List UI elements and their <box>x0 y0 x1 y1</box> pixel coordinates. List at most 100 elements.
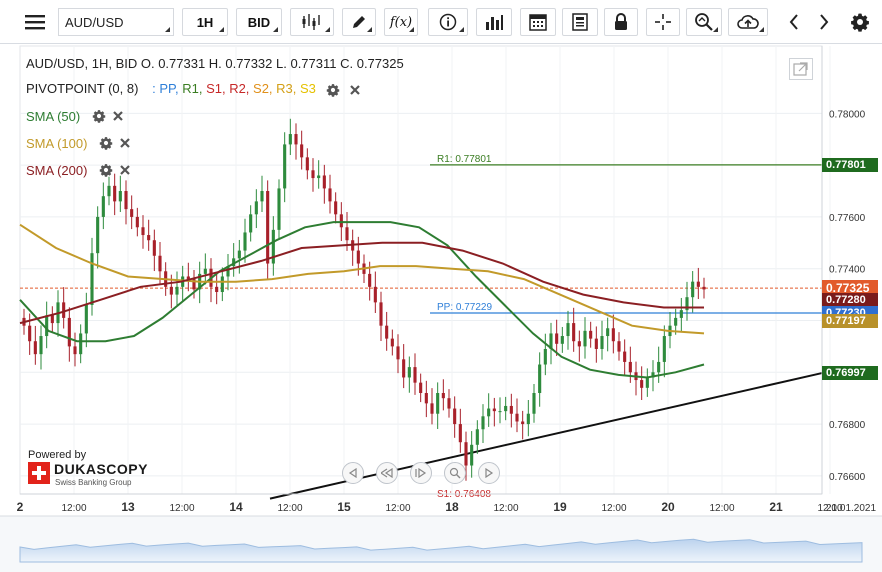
expand-button[interactable] <box>789 58 813 80</box>
close-icon[interactable] <box>349 84 361 96</box>
y-tick-label: 0.76800 <box>829 420 866 431</box>
nav-back-button[interactable] <box>376 462 398 484</box>
candle-body <box>407 367 411 378</box>
nav-reset-button[interactable] <box>410 462 432 484</box>
candle-body <box>691 281 695 298</box>
pivot-legend: PIVOTPOINT (0, 8) : PP, R1, S1, R2, S2, … <box>26 81 361 97</box>
candle-body <box>107 185 111 197</box>
x-tick-label: 12:00 <box>277 503 302 514</box>
gear-icon[interactable] <box>99 136 113 153</box>
reset-icon <box>415 468 427 478</box>
sma-legend-label: SMA (50) <box>26 109 81 124</box>
candle-body <box>396 346 400 360</box>
candle-body <box>583 330 587 347</box>
brand-name: DUKASCOPY <box>54 461 148 477</box>
candle-body <box>373 286 377 303</box>
candle-body <box>487 408 491 417</box>
nav-next-button[interactable] <box>478 462 500 484</box>
candle-body <box>424 393 428 404</box>
candle-body <box>628 361 632 373</box>
candle-body <box>215 286 219 293</box>
candle-body <box>243 232 247 251</box>
pivot-item-label: S1, <box>202 81 226 96</box>
triangle-left-icon <box>348 468 357 478</box>
candle-body <box>532 393 536 414</box>
x-tick-label: 19 <box>553 500 567 514</box>
pivot-name: PIVOTPOINT (0, 8) <box>26 81 139 96</box>
candle-body <box>679 310 683 318</box>
sma-legend-label: SMA (200) <box>26 163 88 178</box>
candle-body <box>515 413 519 422</box>
candle-body <box>79 333 83 355</box>
y-tick-label: 0.77600 <box>829 213 866 224</box>
pivot-item-label: R2, <box>225 81 250 96</box>
candle-body <box>662 336 666 362</box>
y-tick-label: 0.78000 <box>829 109 866 120</box>
candle-body <box>152 240 156 256</box>
close-icon[interactable] <box>119 137 131 152</box>
candle-body <box>436 393 440 414</box>
x-tick-label: 21.01.2021 <box>826 503 876 514</box>
candle-body <box>101 196 105 217</box>
candle-body <box>203 268 207 274</box>
candle-body <box>385 325 389 339</box>
x-tick-label: 2 <box>17 500 24 514</box>
price-badge: 0.77801 <box>822 157 878 172</box>
nav-zoom-button[interactable] <box>444 462 466 484</box>
powered-by: Powered by <box>28 449 87 461</box>
candle-body <box>118 191 122 202</box>
pivot-item-label: PP, <box>159 81 179 96</box>
nav-prev-button[interactable] <box>342 462 364 484</box>
candle-body <box>521 421 525 425</box>
axes: 0.780000.778000.776000.774000.772000.770… <box>17 46 876 514</box>
triangle-right-icon <box>485 468 494 478</box>
sma-legend-row: SMA (50) <box>26 109 124 126</box>
candle-body <box>317 175 321 179</box>
candle-body <box>294 134 298 145</box>
candle-body <box>345 227 349 241</box>
pivot-lines: R1: 0.77801PP: 0.77229S1: 0.76408 <box>20 154 822 500</box>
gear-icon[interactable] <box>326 83 340 97</box>
close-icon[interactable] <box>112 110 124 125</box>
candle-body <box>589 330 593 339</box>
candle-body <box>538 364 542 394</box>
candle-body <box>623 351 627 362</box>
candle-body <box>657 361 661 373</box>
candle-body <box>147 235 151 241</box>
sma-lines <box>19 221 705 379</box>
navigator[interactable] <box>0 515 882 572</box>
magnifier-icon <box>449 467 461 479</box>
price-badge: 0.77197 <box>822 314 878 329</box>
close-icon[interactable] <box>119 164 131 179</box>
candle-body <box>62 302 66 318</box>
brand-tagline: Swiss Banking Group <box>55 478 132 487</box>
candle-body <box>220 276 224 293</box>
gear-icon[interactable] <box>99 163 113 180</box>
candle-body <box>640 380 644 388</box>
candle-body <box>470 444 474 466</box>
candle-body <box>498 411 502 413</box>
price-badge: 0.77280 <box>822 292 878 307</box>
candle-body <box>141 227 145 236</box>
candle-body <box>328 188 332 202</box>
gear-icon[interactable] <box>92 109 106 126</box>
x-tick-label: 15 <box>337 500 351 514</box>
x-tick-label: 13 <box>121 500 135 514</box>
candle-body <box>322 175 326 189</box>
candle-body <box>254 201 258 215</box>
candle-body <box>419 382 423 394</box>
candle-body <box>237 250 241 259</box>
sma-legend-label: SMA (100) <box>26 136 88 151</box>
candle-body <box>441 393 445 399</box>
ohlc-text: AUD/USD, 1H, BID O. 0.77331 H. 0.77332 L… <box>26 56 404 71</box>
candle-body <box>509 405 513 414</box>
x-tick-label: 12:00 <box>601 503 626 514</box>
candle-body <box>283 144 287 189</box>
candle-body <box>334 201 338 215</box>
candle-body <box>288 134 292 145</box>
x-tick-label: 18 <box>445 500 459 514</box>
candle-body <box>453 408 457 425</box>
sma-legend-row: SMA (200) <box>26 163 131 180</box>
x-tick-label: 12:00 <box>709 503 734 514</box>
pivot-item-label: R3, <box>272 81 297 96</box>
